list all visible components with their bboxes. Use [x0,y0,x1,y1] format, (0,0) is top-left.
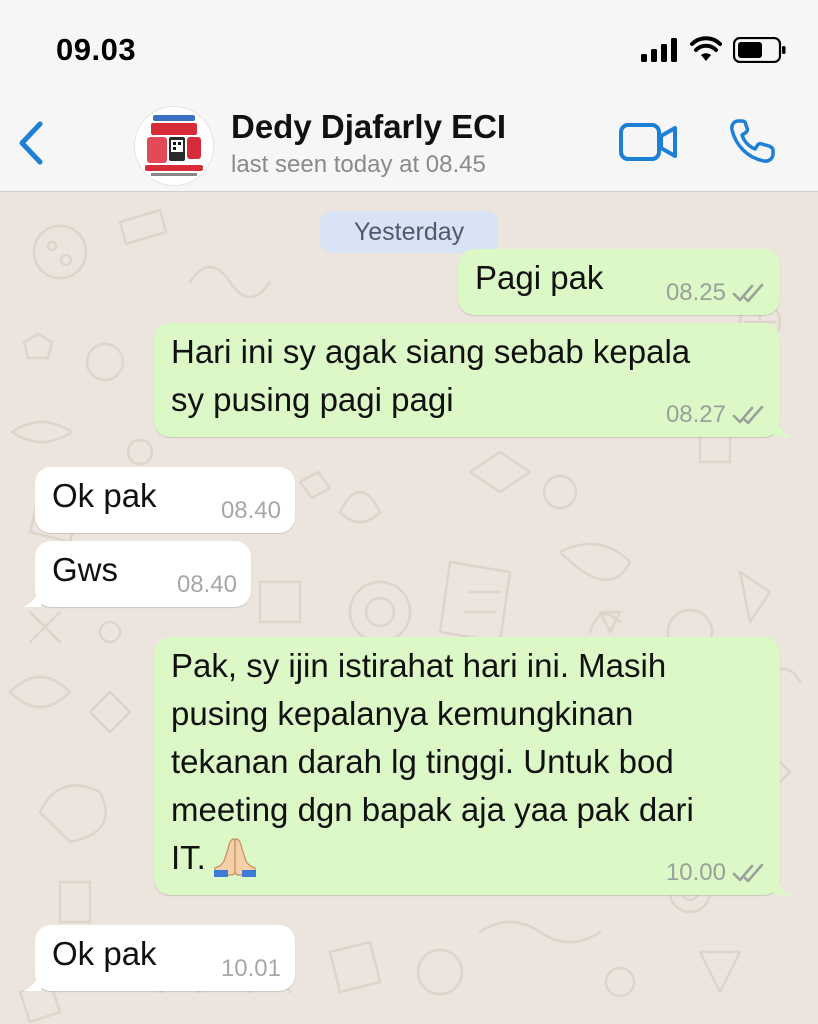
status-time: 09.03 [56,32,137,67]
bubble-tail [23,969,41,991]
wifi-icon [690,36,722,61]
bubble-tail [774,873,792,895]
incoming-message[interactable]: Gws 08.40 [23,541,251,607]
contact-avatar[interactable] [134,106,214,186]
message-line: Pak, sy ijin istirahat hari ini. Masih [171,647,667,684]
double-check-read-icon [732,863,764,883]
cellular-signal-icon [641,38,677,62]
chat-area[interactable]: Yesterday Pagi pak 08.25 Hari ini sy aga… [0,192,818,1024]
outgoing-message[interactable]: Pagi pak 08.25 [458,249,780,315]
message-text: Gws [52,551,118,588]
message-text: Ok pak [52,477,157,514]
incoming-message[interactable]: Ok pak 10.01 [23,925,295,991]
message-time: 10.00 [665,859,726,886]
message-time: 08.27 [665,401,726,428]
message-text: Ok pak [52,935,157,972]
chat-wallpaper-doodle [8,208,802,1024]
message-text: Pagi pak [475,259,604,296]
outgoing-message[interactable]: Pak, sy ijin istirahat hari ini. Masih p… [154,637,792,895]
message-line-last: IT. [171,834,694,882]
outgoing-message[interactable]: Hari ini sy agak siang sebab kepala sy p… [154,323,792,437]
message-time: 10.01 [220,955,281,982]
message-time: 08.25 [665,279,726,306]
chat-header: Dedy Djafarly ECI last seen today at 08.… [0,96,818,192]
message-meta: 08.25 [666,279,766,307]
double-check-read-icon [732,405,764,425]
message-meta: 10.00 [666,859,766,887]
last-seen-status: last seen today at 08.45 [231,151,486,178]
message-meta: 08.27 [666,401,766,429]
message-line: pusing kepalanya kemungkinan [171,695,634,732]
message-line: meeting dgn bapak aja yaa pak dari [171,791,694,828]
message-text: Hari ini sy agak siang sebab kepala sy p… [171,328,690,424]
message-text: Pak, sy ijin istirahat hari ini. Masih p… [171,642,694,882]
video-call-icon[interactable] [618,122,678,162]
incoming-message[interactable]: Ok pak 08.40 [35,467,295,533]
contact-name[interactable]: Dedy Djafarly ECI [231,108,506,146]
bubble-tail [774,415,792,437]
date-separator: Yesterday [320,211,498,253]
message-time: 08.40 [220,497,281,524]
status-bar: 09.03 [0,0,818,96]
battery-icon [733,37,786,63]
folded-hands-emoji-icon [213,838,256,877]
back-chevron-icon[interactable] [14,120,48,166]
phone-call-icon[interactable] [728,118,776,164]
message-line: sy pusing pagi pagi [171,381,454,418]
message-line: Hari ini sy agak siang sebab kepala [171,333,691,370]
double-check-read-icon [732,283,764,303]
contact-avatar-image [135,107,213,185]
message-line: tekanan darah lg tinggi. Untuk bod [171,743,674,780]
message-line: IT. [171,839,206,876]
message-time: 08.40 [176,571,237,598]
bubble-tail [23,585,41,607]
